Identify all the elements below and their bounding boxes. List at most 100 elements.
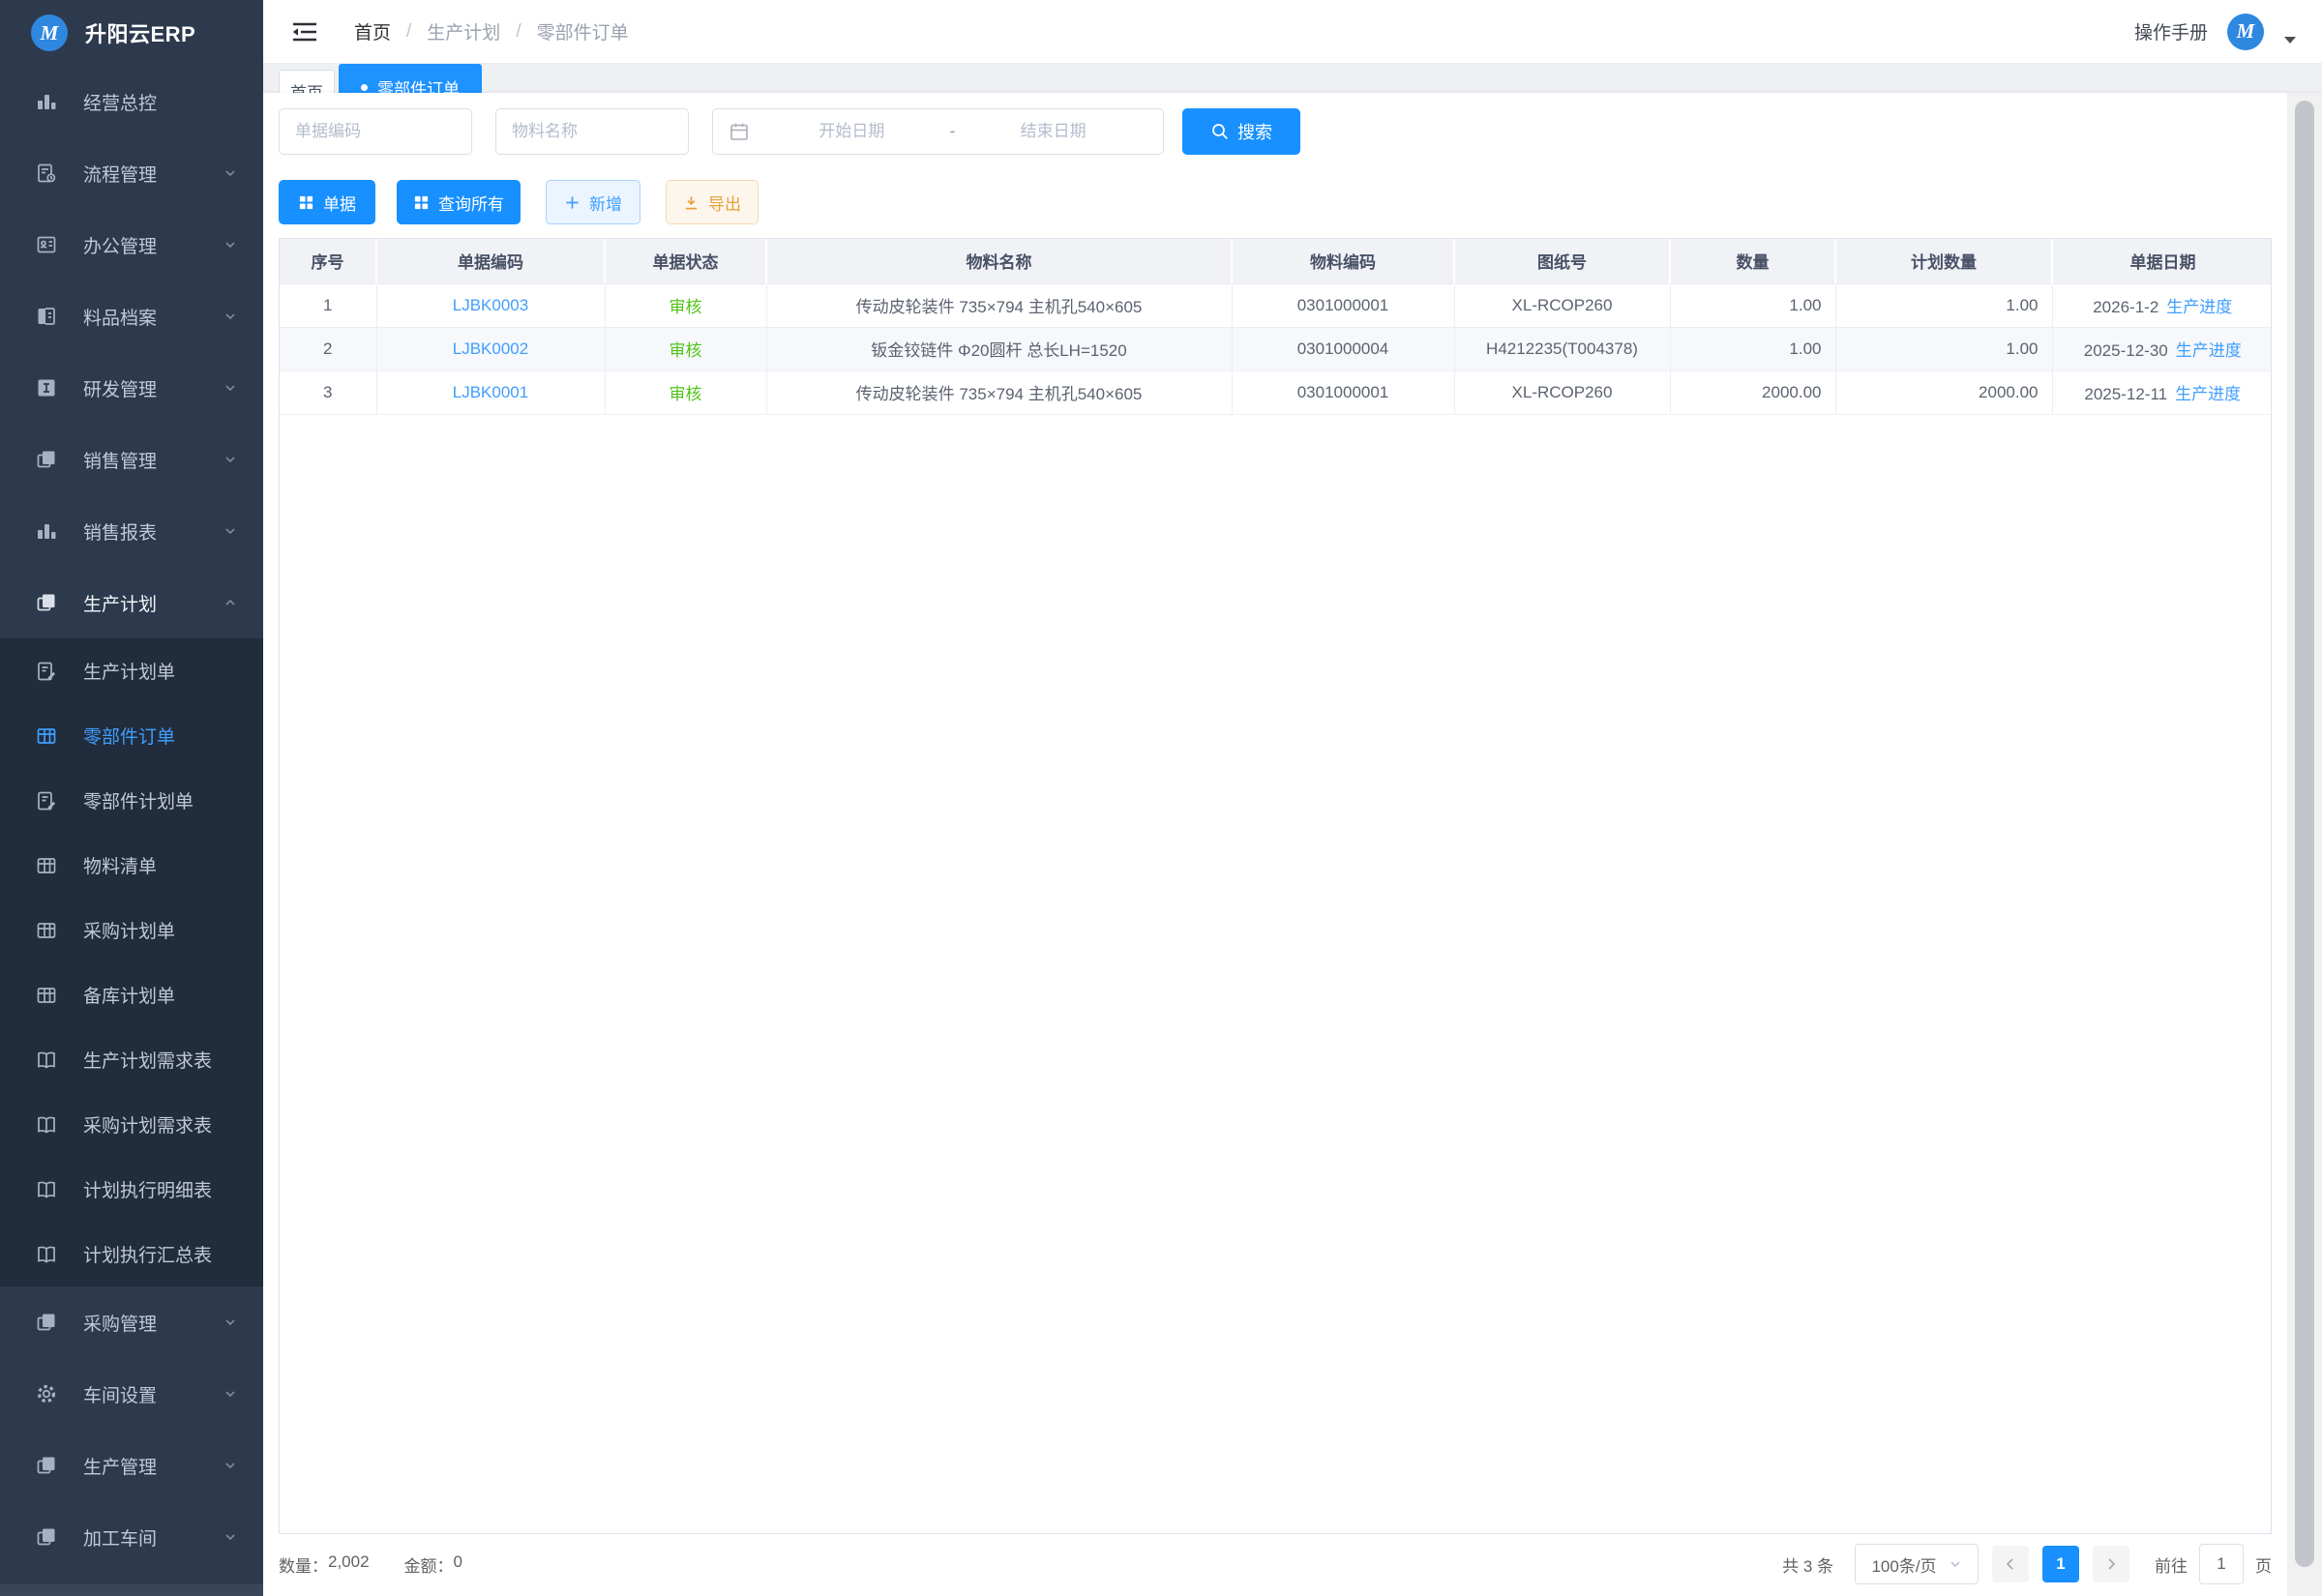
sidebar: M 升阳云ERP 经营总控 流程管理 办公管理 料品档案 xyxy=(0,0,263,1596)
start-date-input[interactable] xyxy=(756,122,948,141)
breadcrumb-production-planning[interactable]: 生产计划 xyxy=(427,18,500,44)
total-count: 共 3 条 xyxy=(1782,1552,1833,1577)
prev-page-button[interactable] xyxy=(1992,1546,2029,1582)
id-card-icon xyxy=(35,233,60,256)
sidebar-item-parts-order[interactable]: 零部件订单 xyxy=(0,703,263,768)
cell-drawing-no: XL-RCOP260 xyxy=(1454,370,1670,414)
production-progress-link[interactable]: 生产进度 xyxy=(2175,385,2241,403)
search-button[interactable]: 搜索 xyxy=(1182,108,1300,155)
cell-drawing-no: XL-RCOP260 xyxy=(1454,283,1670,327)
user-menu-caret-icon[interactable] xyxy=(2283,35,2297,44)
sidebar-item-label: 零部件计划单 xyxy=(83,787,263,813)
sidebar-item-bom-list[interactable]: 物料清单 xyxy=(0,833,263,898)
date-range-picker[interactable]: - xyxy=(712,108,1164,155)
sidebar-collapse-icon[interactable] xyxy=(290,19,319,44)
table-row: 1 LJBK0003 审核 传动皮轮装件 735×794 主机孔540×605 … xyxy=(280,283,2272,327)
sidebar-item-purchase-plan-demand[interactable]: 采购计划需求表 xyxy=(0,1092,263,1157)
next-page-button[interactable] xyxy=(2093,1546,2129,1582)
column-header-date: 单据日期 xyxy=(2052,239,2272,283)
sidebar-item-materials-archive[interactable]: 料品档案 xyxy=(0,281,263,352)
breadcrumb-parts-order: 零部件订单 xyxy=(537,18,629,44)
table-grid-icon xyxy=(35,984,60,1007)
open-book-icon xyxy=(35,1243,60,1266)
production-progress-link[interactable]: 生产进度 xyxy=(2166,298,2232,316)
table-grid-icon xyxy=(35,854,60,877)
cell-date: 2025-12-30 生产进度 xyxy=(2052,327,2272,370)
breadcrumb-separator: / xyxy=(406,21,411,43)
order-date: 2025-12-30 xyxy=(2084,341,2168,360)
chevron-down-icon xyxy=(223,165,238,181)
boxed-i-icon xyxy=(35,376,60,399)
breadcrumb-home[interactable]: 首页 xyxy=(354,18,391,44)
sidebar-item-label: 生产计划需求表 xyxy=(83,1047,263,1073)
doc-edit-icon xyxy=(35,660,60,683)
cell-date: 2025-12-11 生产进度 xyxy=(2052,370,2272,414)
material-name-input[interactable] xyxy=(495,108,689,155)
end-date-input[interactable] xyxy=(957,122,1149,141)
page-scrollbar xyxy=(2287,93,2322,1596)
order-code-link[interactable]: LJBK0002 xyxy=(453,340,528,358)
scrollbar-thumb[interactable] xyxy=(2295,101,2314,1567)
sidebar-item-stock-plan-order[interactable]: 备库计划单 xyxy=(0,962,263,1027)
sidebar-item-plan-execution-summary[interactable]: 计划执行汇总表 xyxy=(0,1222,263,1286)
sidebar-item-processing-workshop[interactable]: 加工车间 xyxy=(0,1501,263,1573)
sidebar-partial-next-item xyxy=(0,1584,263,1596)
chevron-up-icon xyxy=(223,595,238,610)
sidebar-item-office-management[interactable]: 办公管理 xyxy=(0,209,263,281)
cell-status: 审核 xyxy=(605,370,766,414)
open-book-icon xyxy=(35,1178,60,1201)
avatar-letter: M xyxy=(2237,19,2255,44)
goto-label: 前往 xyxy=(2155,1552,2188,1577)
sidebar-item-label: 计划执行明细表 xyxy=(83,1176,263,1202)
production-progress-link[interactable]: 生产进度 xyxy=(2176,341,2242,360)
sidebar-item-plan-execution-detail[interactable]: 计划执行明细表 xyxy=(0,1157,263,1222)
open-book-icon xyxy=(35,1113,60,1137)
order-date: 2025-12-11 xyxy=(2084,385,2167,403)
sidebar-item-purchase-plan-order[interactable]: 采购计划单 xyxy=(0,898,263,962)
orders-table: 序号 单据编码 单据状态 物料名称 物料编码 图纸号 数量 计划数量 单据日期 … xyxy=(279,238,2272,1534)
panel-footer: 数量：2,002 金额：0 共 3 条 100条/页 1 前往 页 xyxy=(279,1534,2272,1594)
order-code-link[interactable]: LJBK0003 xyxy=(453,296,528,314)
table-row: 3 LJBK0001 审核 传动皮轮装件 735×794 主机孔540×605 … xyxy=(280,370,2272,414)
chevron-down-icon xyxy=(223,452,238,467)
sidebar-item-production-planning[interactable]: 生产计划 xyxy=(0,567,263,638)
grid-icon xyxy=(413,194,430,211)
cell-index: 3 xyxy=(280,370,376,414)
sidebar-item-label: 加工车间 xyxy=(83,1524,223,1551)
sidebar-item-rd-management[interactable]: 研发管理 xyxy=(0,352,263,424)
topbar: 首页 / 生产计划 / 零部件订单 操作手册 M xyxy=(263,0,2322,64)
order-code-link[interactable]: LJBK0001 xyxy=(453,383,528,401)
page-number-button[interactable]: 1 xyxy=(2042,1546,2079,1582)
sidebar-item-process-management[interactable]: 流程管理 xyxy=(0,137,263,209)
sidebar-item-workshop-settings[interactable]: 车间设置 xyxy=(0,1358,263,1430)
column-header-plan-qty: 计划数量 xyxy=(1835,239,2052,283)
date-range-separator: - xyxy=(948,122,958,141)
chart-bar-icon xyxy=(35,519,60,543)
export-button[interactable]: 导出 xyxy=(666,180,759,224)
column-header-status: 单据状态 xyxy=(605,239,766,283)
plus-icon xyxy=(564,194,580,211)
column-header-drawing-no: 图纸号 xyxy=(1454,239,1670,283)
query-all-button[interactable]: 查询所有 xyxy=(397,180,521,224)
page-unit-label: 页 xyxy=(2255,1552,2272,1577)
sidebar-item-production-plan-order[interactable]: 生产计划单 xyxy=(0,638,263,703)
column-header-index: 序号 xyxy=(280,239,376,283)
sidebar-item-label: 零部件订单 xyxy=(83,723,263,749)
sidebar-item-production-plan-demand[interactable]: 生产计划需求表 xyxy=(0,1027,263,1092)
sidebar-item-purchase-management[interactable]: 采购管理 xyxy=(0,1286,263,1358)
sidebar-item-parts-plan-order[interactable]: 零部件计划单 xyxy=(0,768,263,833)
chevron-down-icon xyxy=(1949,1557,1962,1571)
order-button[interactable]: 单据 xyxy=(279,180,375,224)
sidebar-item-sales-reports[interactable]: 销售报表 xyxy=(0,495,263,567)
goto-page-input[interactable] xyxy=(2199,1544,2244,1584)
sidebar-item-label: 销售管理 xyxy=(83,447,223,473)
page-size-select[interactable]: 100条/页 xyxy=(1855,1544,1979,1584)
manual-link[interactable]: 操作手册 xyxy=(2134,18,2208,44)
order-code-input[interactable] xyxy=(279,108,472,155)
sidebar-item-sales-management[interactable]: 销售管理 xyxy=(0,424,263,495)
user-avatar[interactable]: M xyxy=(2227,14,2264,50)
sidebar-item-business-overview[interactable]: 经营总控 xyxy=(0,66,263,137)
add-button[interactable]: 新增 xyxy=(546,180,640,224)
cell-drawing-no: H4212235(T004378) xyxy=(1454,327,1670,370)
sidebar-item-production-management[interactable]: 生产管理 xyxy=(0,1430,263,1501)
